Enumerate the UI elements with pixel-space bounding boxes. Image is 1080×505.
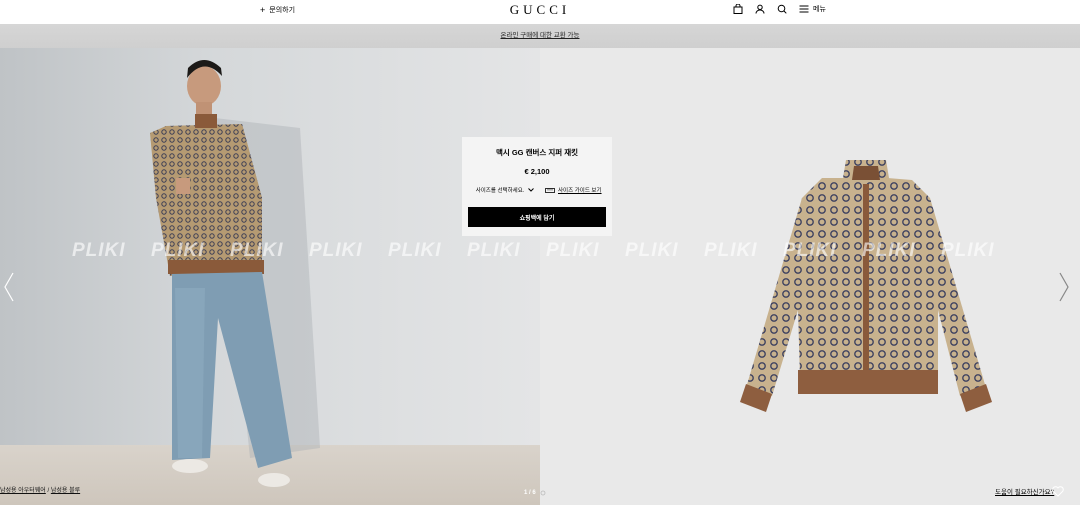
model-photo bbox=[0, 48, 540, 505]
product-info-card: 맥시 GG 캔버스 지퍼 재킷 € 2,100 사이즈를 선택하세요. 사이즈 … bbox=[462, 137, 612, 236]
brand-logo[interactable]: GUCCI bbox=[0, 2, 1080, 18]
heart-icon[interactable] bbox=[1052, 486, 1064, 497]
ruler-icon bbox=[545, 187, 555, 193]
search-icon[interactable] bbox=[777, 4, 787, 14]
size-select-label: 사이즈를 선택하세요. bbox=[475, 188, 525, 194]
header-icons: 메뉴 bbox=[733, 4, 826, 14]
size-select[interactable]: 사이즈를 선택하세요. bbox=[473, 182, 537, 198]
model-figure bbox=[150, 60, 320, 487]
size-guide-link[interactable]: 사이즈 가이드 보기 bbox=[545, 186, 602, 194]
breadcrumb-outerwear[interactable]: 남성용 아우터웨어 bbox=[0, 488, 46, 494]
exchange-info-link[interactable]: 온라인 구매에 대한 교환 가능 bbox=[501, 32, 580, 39]
account-icon[interactable] bbox=[755, 4, 765, 14]
breadcrumb-blue[interactable]: 남성용 블루 bbox=[51, 488, 80, 494]
chevron-down-icon bbox=[528, 188, 535, 192]
product-price: € 2,100 bbox=[524, 167, 550, 176]
previous-image-arrow-icon[interactable] bbox=[3, 272, 15, 302]
site-header: + 문의하기 GUCCI 메뉴 bbox=[0, 0, 1080, 24]
breadcrumb-separator: / bbox=[47, 488, 50, 494]
breadcrumb: 남성용 아우터웨어 / 남성용 블루 bbox=[0, 485, 80, 494]
shopping-bag-icon[interactable] bbox=[733, 4, 743, 14]
product-title: 맥시 GG 캔버스 지퍼 재킷 bbox=[495, 148, 579, 157]
help-link[interactable]: 도움이 필요하신가요? bbox=[995, 486, 1054, 496]
next-image-arrow-icon[interactable] bbox=[1058, 272, 1070, 302]
jacket-image bbox=[740, 160, 992, 412]
add-to-cart-button[interactable]: 쇼핑백에 담기 bbox=[468, 207, 606, 227]
pager-count: 1 / 6 bbox=[524, 490, 536, 496]
product-photo bbox=[540, 48, 1080, 505]
image-pager: 1 / 6 bbox=[524, 490, 546, 496]
hamburger-icon bbox=[799, 5, 809, 13]
menu-label: 메뉴 bbox=[813, 6, 826, 13]
promo-banner: 온라인 구매에 대한 교환 가능 bbox=[0, 24, 1080, 48]
size-guide-label: 사이즈 가이드 보기 bbox=[558, 188, 602, 194]
pager-dot-icon[interactable] bbox=[540, 490, 546, 496]
menu-button[interactable]: 메뉴 bbox=[799, 4, 826, 14]
